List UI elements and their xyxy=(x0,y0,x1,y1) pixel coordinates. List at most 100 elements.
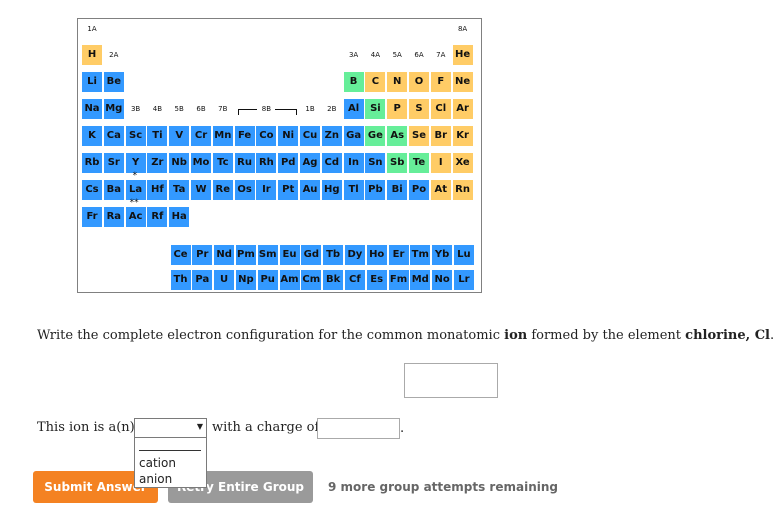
element-he: He xyxy=(452,45,473,65)
element-sm: Sm xyxy=(257,245,278,265)
element-na: Na xyxy=(82,99,102,119)
element-w: W xyxy=(191,180,211,200)
element-yb: Yb xyxy=(432,245,453,265)
group-label-8b: 8B xyxy=(257,104,276,114)
element-li: Li xyxy=(82,72,102,92)
element-sc: Sc xyxy=(125,126,146,146)
element-th: Th xyxy=(170,270,191,290)
actinide-marker: ** xyxy=(129,198,139,208)
charge-input[interactable] xyxy=(317,418,400,439)
element-se: Se xyxy=(409,126,429,146)
element-zr: Zr xyxy=(147,153,168,173)
element-pt: Pt xyxy=(278,180,299,200)
element-pb: Pb xyxy=(365,180,386,200)
element-ti: Ti xyxy=(147,126,168,146)
element-xe: Xe xyxy=(452,153,473,173)
element-pd: Pd xyxy=(278,153,299,173)
element-np: Np xyxy=(235,270,256,290)
element-am: Am xyxy=(279,270,300,290)
element-ga: Ga xyxy=(343,126,364,146)
element-co: Co xyxy=(256,126,277,146)
group-label-8a: 8A xyxy=(457,25,468,33)
element-ho: Ho xyxy=(366,245,387,265)
dropdown-option-anion[interactable]: anion xyxy=(139,472,201,487)
element-cu: Cu xyxy=(300,126,320,146)
group-label-6a: 6A xyxy=(414,51,424,59)
element-ba: Ba xyxy=(103,180,124,200)
electron-configuration-input[interactable] xyxy=(404,363,498,398)
element-i: I xyxy=(430,153,451,173)
dropdown-option-cation[interactable]: cation xyxy=(139,456,201,471)
element-nd: Nd xyxy=(214,245,235,265)
element-au: Au xyxy=(300,180,320,200)
element-lu: Lu xyxy=(453,245,474,265)
group-label-7b: 7B xyxy=(218,105,228,113)
element-hg: Hg xyxy=(321,180,342,200)
element-cl: Cl xyxy=(430,99,451,119)
element-in: In xyxy=(343,153,364,173)
element-cd: Cd xyxy=(321,153,342,173)
element-h: H xyxy=(82,45,102,65)
element-n: N xyxy=(387,72,408,92)
element-tc: Tc xyxy=(212,153,233,173)
element-lr: Lr xyxy=(453,270,474,290)
element-po: Po xyxy=(409,180,429,200)
element-rb: Rb xyxy=(82,153,102,173)
element-as: As xyxy=(387,126,408,146)
chevron-down-icon: ▼ xyxy=(196,422,203,431)
element-pu: Pu xyxy=(257,270,278,290)
element-p: P xyxy=(387,99,408,119)
element-cm: Cm xyxy=(301,270,322,290)
element-ru: Ru xyxy=(234,153,255,173)
dropdown-option-blank[interactable] xyxy=(139,439,201,451)
element-mo: Mo xyxy=(191,153,211,173)
ion-type-dropdown-list: cation anion xyxy=(134,437,207,488)
element-rh: Rh xyxy=(256,153,277,173)
element-c: C xyxy=(365,72,386,92)
group-label-3b: 3B xyxy=(130,105,141,113)
element-ir: Ir xyxy=(256,180,277,200)
element-sb: Sb xyxy=(387,153,408,173)
element-ar: Ar xyxy=(452,99,473,119)
element-b: B xyxy=(343,72,364,92)
element-fe: Fe xyxy=(234,126,255,146)
element-u: U xyxy=(214,270,235,290)
element-y: Y xyxy=(125,153,146,173)
group-label-5b: 5B xyxy=(174,105,184,113)
element-br: Br xyxy=(430,126,451,146)
ion-type-label: This ion is a(n) xyxy=(37,420,135,435)
element-cs: Cs xyxy=(82,180,102,200)
element-pr: Pr xyxy=(192,245,213,265)
element-v: V xyxy=(169,126,190,146)
element-at: At xyxy=(430,180,451,200)
element-cf: Cf xyxy=(344,270,365,290)
element-pa: Pa xyxy=(192,270,213,290)
element-er: Er xyxy=(388,245,409,265)
group-label-5a: 5A xyxy=(392,51,402,59)
element-ta: Ta xyxy=(169,180,190,200)
group-label-3a: 3A xyxy=(348,51,359,59)
element-ra: Ra xyxy=(103,207,124,227)
element-kr: Kr xyxy=(452,126,473,146)
element-fm: Fm xyxy=(388,270,409,290)
element-no: No xyxy=(432,270,453,290)
question-text: Write the complete electron configuratio… xyxy=(37,328,775,343)
element-ge: Ge xyxy=(365,126,386,146)
element-sr: Sr xyxy=(103,153,124,173)
element-ni: Ni xyxy=(278,126,299,146)
group-label-1a: 1A xyxy=(87,25,97,33)
element-dy: Dy xyxy=(344,245,365,265)
element-be: Be xyxy=(103,72,124,92)
element-eu: Eu xyxy=(279,245,300,265)
element-mn: Mn xyxy=(212,126,233,146)
element-tl: Tl xyxy=(343,180,364,200)
element-ac: Ac xyxy=(125,207,146,227)
element-es: Es xyxy=(366,270,387,290)
group-label-2b: 2B xyxy=(327,105,337,113)
element-mg: Mg xyxy=(103,99,124,119)
lanthanide-marker: * xyxy=(132,171,138,181)
element-re: Re xyxy=(212,180,233,200)
ion-type-select[interactable]: ▼ xyxy=(134,418,207,438)
element-o: O xyxy=(409,72,429,92)
group-label-1b: 1B xyxy=(305,105,315,113)
